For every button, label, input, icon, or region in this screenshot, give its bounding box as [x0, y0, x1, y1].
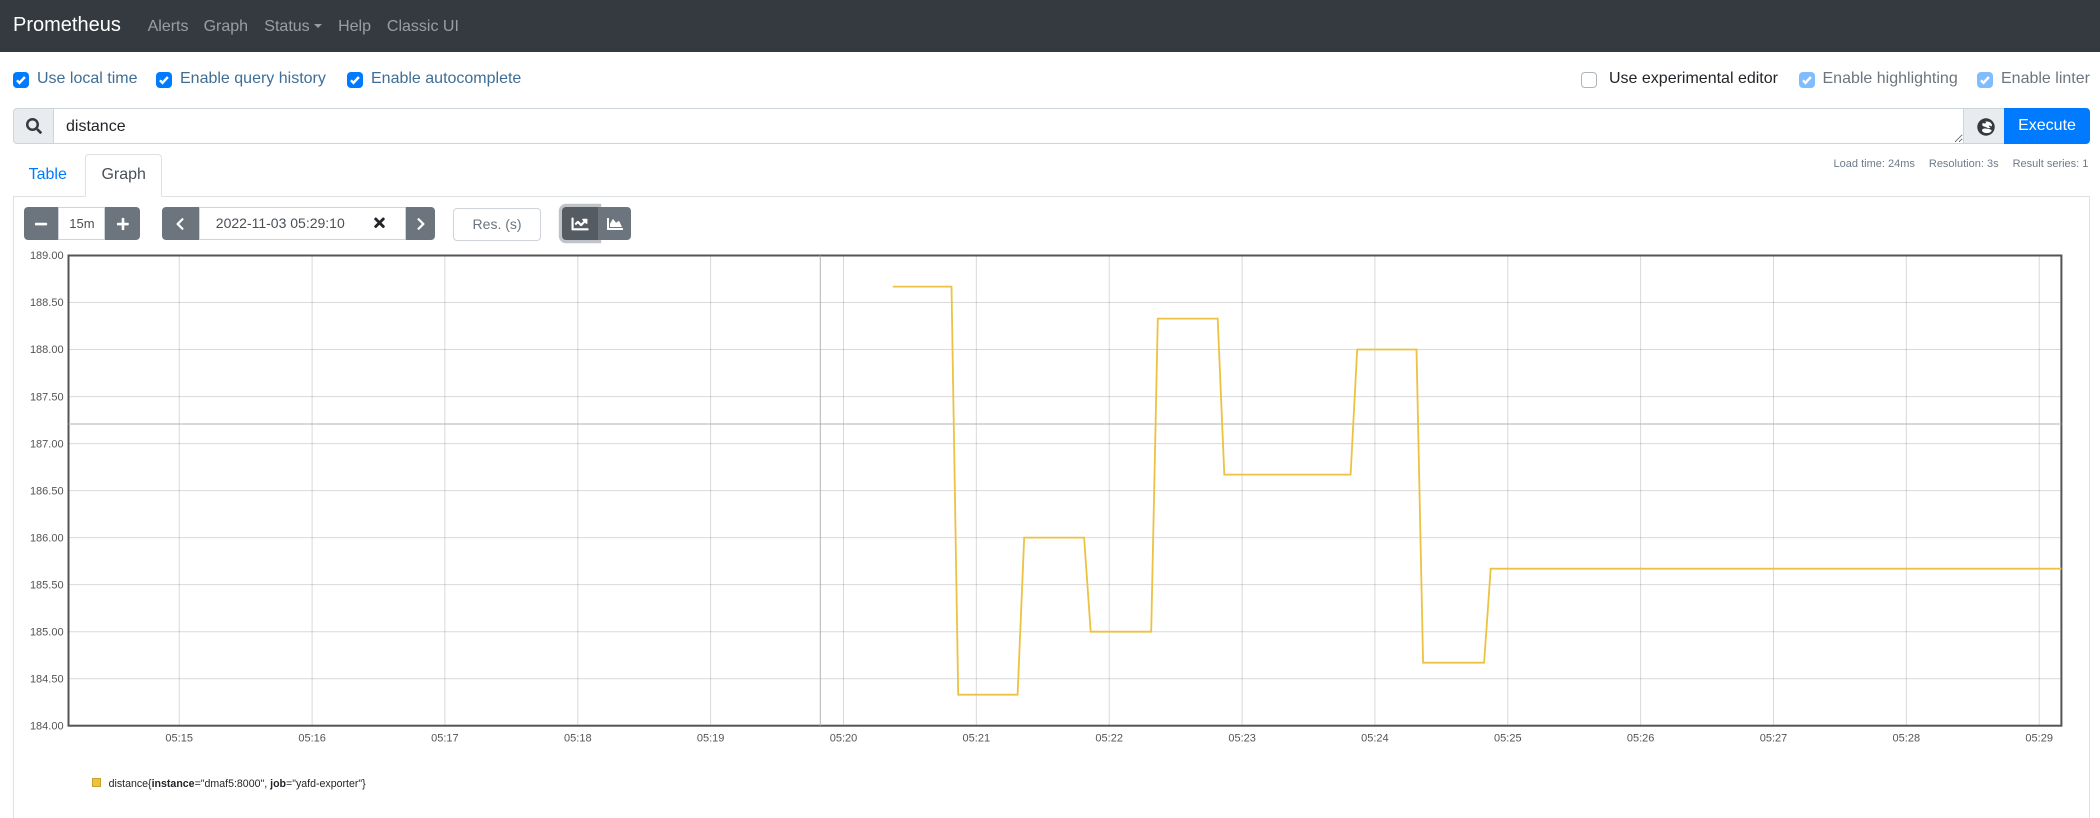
svg-text:05:18: 05:18	[564, 733, 592, 745]
svg-text:188.00: 188.00	[30, 344, 64, 356]
svg-text:05:27: 05:27	[1760, 733, 1788, 745]
svg-text:05:17: 05:17	[431, 733, 459, 745]
svg-text:187.00: 187.00	[30, 438, 64, 450]
svg-text:187.50: 187.50	[30, 391, 64, 403]
svg-text:05:15: 05:15	[165, 733, 193, 745]
svg-text:05:21: 05:21	[963, 733, 991, 745]
svg-text:185.00: 185.00	[30, 626, 64, 638]
svg-text:05:29: 05:29	[2025, 733, 2053, 745]
svg-text:05:23: 05:23	[1228, 733, 1256, 745]
svg-text:184.50: 184.50	[30, 673, 64, 685]
svg-text:186.50: 186.50	[30, 485, 64, 497]
svg-text:05:24: 05:24	[1361, 733, 1389, 745]
svg-text:05:22: 05:22	[1095, 733, 1123, 745]
svg-text:184.00: 184.00	[30, 720, 64, 732]
svg-text:05:26: 05:26	[1627, 733, 1655, 745]
svg-text:189.00: 189.00	[30, 250, 64, 262]
svg-text:05:16: 05:16	[298, 733, 326, 745]
svg-text:185.50: 185.50	[30, 579, 64, 591]
svg-text:188.50: 188.50	[30, 297, 64, 309]
svg-text:05:28: 05:28	[1893, 733, 1921, 745]
svg-text:05:19: 05:19	[697, 733, 725, 745]
svg-text:186.00: 186.00	[30, 532, 64, 544]
svg-text:05:20: 05:20	[830, 733, 858, 745]
svg-text:05:25: 05:25	[1494, 733, 1522, 745]
